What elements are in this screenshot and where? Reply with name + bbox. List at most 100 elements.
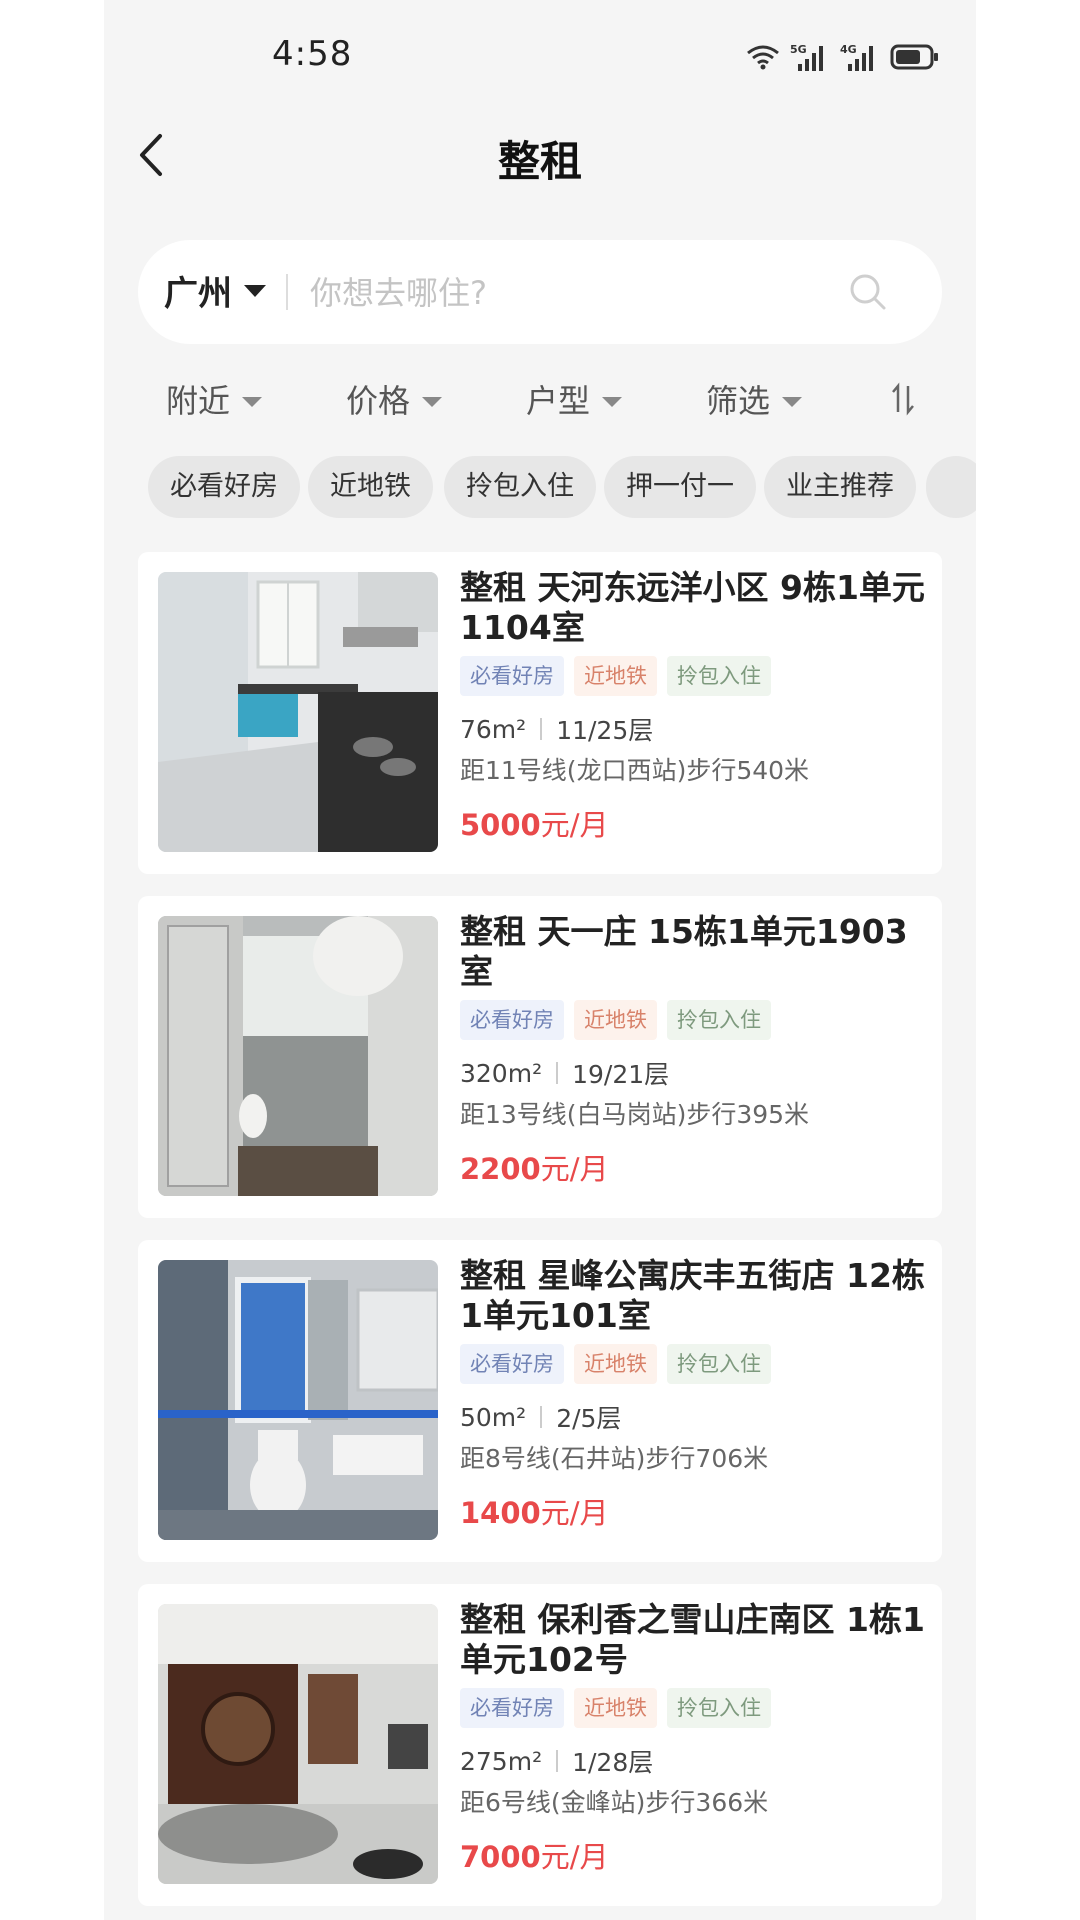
filter-label: 户型: [526, 382, 591, 420]
listing-floor: 19/21层: [572, 1060, 670, 1089]
listing-price: 2200元/月: [460, 1146, 930, 1186]
battery-icon: [890, 44, 938, 70]
tag-must-see: 必看好房: [460, 1000, 564, 1040]
tag-must-see: 必看好房: [460, 1344, 564, 1384]
signal-5g-icon: 5G: [790, 43, 823, 71]
app-screen: 4:58 5G 4G 整租 广州 你想去哪住? 附近 价格 户型 筛选 必看好房…: [104, 0, 976, 1920]
caret-down-icon: [782, 397, 803, 407]
filter-label: 筛选: [706, 382, 771, 420]
tag-must-see: 必看好房: [460, 656, 564, 696]
divider: [556, 1750, 559, 1772]
caret-down-icon: [244, 284, 266, 297]
page-title: 整租: [497, 137, 582, 186]
listing-photo-living-room: [158, 1604, 438, 1884]
listing-info: 整租 天一庄 15栋1单元1903室 必看好房 近地铁 拎包入住 320m² 1…: [460, 912, 930, 1186]
filter-price[interactable]: 价格: [346, 376, 443, 422]
listing-photo-bathroom: [158, 1260, 438, 1540]
listing-area: 275m²: [460, 1746, 543, 1776]
city-label: 广州: [164, 274, 232, 314]
price-value: 7000: [460, 1840, 541, 1874]
filter-label: 价格: [346, 382, 411, 420]
filter-label: 附近: [166, 382, 231, 420]
chip-near-metro[interactable]: 近地铁: [308, 456, 433, 518]
caret-down-icon: [242, 397, 263, 407]
listing-card[interactable]: 整租 天一庄 15栋1单元1903室 必看好房 近地铁 拎包入住 320m² 1…: [138, 896, 942, 1218]
listing-meta: 50m² 2/5层: [460, 1400, 930, 1434]
caret-down-icon: [602, 397, 623, 407]
search-input[interactable]: [308, 262, 832, 324]
sort-icon[interactable]: [890, 382, 916, 416]
listing-title: 整租 保利香之雪山庄南区 1栋1单元102号: [460, 1600, 925, 1679]
divider: [286, 274, 288, 310]
search-icon[interactable]: [848, 272, 888, 312]
chip-more[interactable]: [926, 456, 976, 518]
search-bar: 广州: [138, 240, 942, 344]
nav-bar: 整租: [104, 110, 976, 200]
listing-price: 1400元/月: [460, 1490, 930, 1530]
tag-must-see: 必看好房: [460, 1688, 564, 1728]
tag-move-in-ready: 拎包入住: [667, 656, 771, 696]
svg-text:5G: 5G: [790, 43, 807, 56]
price-unit: 元/月: [540, 808, 609, 842]
chip-must-see[interactable]: 必看好房: [148, 456, 300, 518]
tag-near-metro: 近地铁: [574, 1344, 657, 1384]
chip-owner-recommended[interactable]: 业主推荐: [764, 456, 916, 518]
divider: [540, 718, 543, 740]
listing-tags: 必看好房 近地铁 拎包入住: [460, 656, 930, 698]
status-time: 4:58: [272, 34, 353, 74]
status-icons: 5G 4G: [746, 40, 940, 74]
listing-title: 整租 天一庄 15栋1单元1903室: [460, 912, 908, 991]
listing-photo-kitchen: [158, 572, 438, 852]
caret-down-icon: [422, 397, 443, 407]
listing-tags: 必看好房 近地铁 拎包入住: [460, 1688, 930, 1730]
listing-meta: 320m² 19/21层: [460, 1056, 930, 1090]
signal-4g-icon: 4G: [840, 43, 873, 71]
city-selector[interactable]: 广州: [164, 266, 266, 315]
listing-photo-bathroom: [158, 916, 438, 1196]
listing-tags: 必看好房 近地铁 拎包入住: [460, 1000, 930, 1042]
listing-floor: 11/25层: [556, 716, 654, 745]
price-unit: 元/月: [540, 1496, 609, 1530]
listing-distance: 距6号线(金峰站)步行366米: [460, 1788, 769, 1817]
svg-text:4G: 4G: [840, 43, 857, 56]
chip-one-month-deposit[interactable]: 押一付一: [604, 456, 756, 518]
listing-floor: 2/5层: [556, 1404, 622, 1433]
tag-move-in-ready: 拎包入住: [667, 1688, 771, 1728]
chip-move-in-ready[interactable]: 拎包入住: [444, 456, 596, 518]
listing-distance: 距8号线(石井站)步行706米: [460, 1444, 769, 1473]
listing-tags: 必看好房 近地铁 拎包入住: [460, 1344, 930, 1386]
listing-distance: 距13号线(白马岗站)步行395米: [460, 1100, 810, 1129]
listing-info: 整租 星峰公寓庆丰五街店 12栋1单元101室 必看好房 近地铁 拎包入住 50…: [460, 1256, 930, 1530]
price-value: 2200: [460, 1152, 541, 1186]
listing-info: 整租 保利香之雪山庄南区 1栋1单元102号 必看好房 近地铁 拎包入住 275…: [460, 1600, 930, 1874]
filter-nearby[interactable]: 附近: [166, 376, 263, 422]
listing-area: 320m²: [460, 1058, 543, 1088]
listing-price: 5000元/月: [460, 802, 930, 842]
tag-near-metro: 近地铁: [574, 1688, 657, 1728]
listing-meta: 275m² 1/28层: [460, 1744, 930, 1778]
wifi-icon: [747, 45, 779, 70]
listing-area: 76m²: [460, 714, 527, 744]
listing-price: 7000元/月: [460, 1834, 930, 1874]
price-unit: 元/月: [540, 1840, 609, 1874]
tag-move-in-ready: 拎包入住: [667, 1344, 771, 1384]
quick-tag-row: 必看好房 近地铁 拎包入住 押一付一 业主推荐: [104, 456, 976, 518]
divider: [556, 1062, 559, 1084]
price-value: 5000: [460, 808, 541, 842]
divider: [540, 1406, 543, 1428]
listing-meta: 76m² 11/25层: [460, 712, 930, 746]
tag-near-metro: 近地铁: [574, 656, 657, 696]
filter-layout[interactable]: 户型: [526, 376, 623, 422]
listing-title: 整租 天河东远洋小区 9栋1单元1104室: [460, 568, 925, 647]
filter-bar: 附近 价格 户型 筛选: [104, 372, 976, 428]
listing-info: 整租 天河东远洋小区 9栋1单元1104室 必看好房 近地铁 拎包入住 76m²…: [460, 568, 930, 842]
status-bar: 4:58 5G 4G: [104, 0, 976, 110]
price-unit: 元/月: [540, 1152, 609, 1186]
listing-card[interactable]: 整租 星峰公寓庆丰五街店 12栋1单元101室 必看好房 近地铁 拎包入住 50…: [138, 1240, 942, 1562]
listing-card[interactable]: 整租 保利香之雪山庄南区 1栋1单元102号 必看好房 近地铁 拎包入住 275…: [138, 1584, 942, 1906]
listing-distance: 距11号线(龙口西站)步行540米: [460, 756, 810, 785]
price-value: 1400: [460, 1496, 541, 1530]
listing-area: 50m²: [460, 1402, 527, 1432]
filter-more[interactable]: 筛选: [706, 376, 803, 422]
listing-card[interactable]: 整租 天河东远洋小区 9栋1单元1104室 必看好房 近地铁 拎包入住 76m²…: [138, 552, 942, 874]
